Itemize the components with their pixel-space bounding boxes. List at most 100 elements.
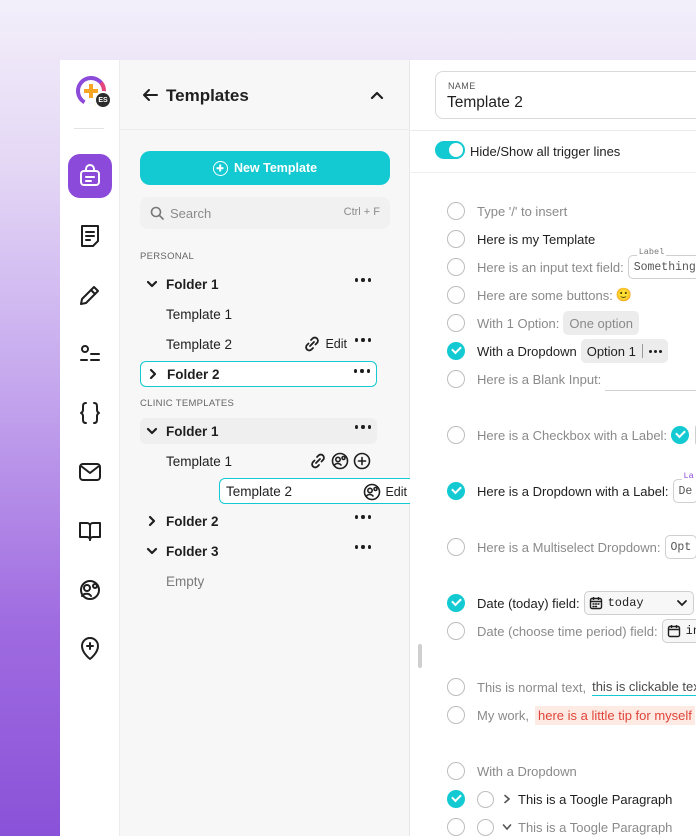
trigger-checkbox[interactable] xyxy=(447,818,465,836)
template-row[interactable]: Template 2 Edit xyxy=(219,478,438,504)
more-icon[interactable] xyxy=(355,545,371,549)
trigger-checkbox[interactable] xyxy=(447,706,465,724)
option-button[interactable]: One option xyxy=(563,311,639,335)
template-row[interactable]: Template 1 xyxy=(140,301,377,327)
paragraph-checkbox[interactable] xyxy=(477,790,494,808)
editor-line[interactable]: Here is a Multiselect Dropdown: Opt xyxy=(447,535,696,559)
more-icon[interactable] xyxy=(355,338,371,342)
editor-line[interactable]: This is a Toogle Paragraph xyxy=(447,787,696,811)
rail-edit-button[interactable] xyxy=(68,273,112,317)
editor-line[interactable]: This is a Toogle Paragraph xyxy=(447,815,696,836)
rail-add-button[interactable] xyxy=(68,627,112,671)
editor-line[interactable]: With a Dropdown Option 1 xyxy=(447,339,696,363)
chevron-down-icon[interactable] xyxy=(675,596,689,610)
trigger-checkbox[interactable] xyxy=(447,678,465,696)
user-settings-icon[interactable] xyxy=(363,483,381,501)
chevron-down-icon[interactable] xyxy=(502,822,512,832)
field-value: Something xyxy=(633,260,696,274)
rail-user-settings-button[interactable] xyxy=(68,568,112,612)
more-icon[interactable] xyxy=(354,369,370,373)
search-input[interactable] xyxy=(170,203,330,223)
trigger-checkbox[interactable] xyxy=(447,482,465,500)
editor-line[interactable]: Here are some buttons: 🙂 xyxy=(447,283,696,307)
new-template-button[interactable]: New Template xyxy=(140,151,390,185)
add-circle-icon[interactable] xyxy=(353,452,371,470)
rail-templates-button[interactable] xyxy=(68,154,112,198)
dropdown-pill[interactable]: Option 1 xyxy=(580,339,668,363)
tip-text[interactable]: here is a little tip for myself xyxy=(535,705,695,725)
chevron-right-icon[interactable] xyxy=(146,515,158,527)
date-field[interactable]: today xyxy=(583,591,694,615)
book-icon xyxy=(79,522,101,541)
trigger-checkbox[interactable] xyxy=(447,258,465,276)
trigger-checkbox[interactable] xyxy=(447,594,465,612)
folder-row[interactable]: Folder 1 xyxy=(140,271,377,297)
template-row[interactable]: Template 1 xyxy=(140,448,377,474)
trigger-lines-toggle[interactable] xyxy=(435,141,465,159)
chevron-right-icon[interactable] xyxy=(502,794,512,804)
more-icon[interactable] xyxy=(355,515,371,519)
chevron-down-icon[interactable] xyxy=(146,278,158,290)
trigger-checkbox[interactable] xyxy=(447,342,465,360)
folder-row[interactable]: Folder 3 xyxy=(140,538,377,564)
chevron-up-icon[interactable] xyxy=(370,90,384,100)
line-text: Date (today) field: xyxy=(477,595,580,611)
trigger-checkbox[interactable] xyxy=(447,314,465,332)
more-icon[interactable] xyxy=(355,425,371,429)
more-icon[interactable] xyxy=(355,278,371,282)
editor-line[interactable]: Type '/' to insert xyxy=(447,199,696,223)
folder-row[interactable]: Folder 2 xyxy=(140,508,377,534)
edit-button[interactable]: Edit xyxy=(385,485,407,499)
editor-line[interactable]: Here is an input text field: Label Somet… xyxy=(447,247,696,279)
editor-line[interactable]: My work, here is a little tip for myself xyxy=(447,703,696,727)
trigger-checkbox[interactable] xyxy=(447,286,465,304)
chevron-down-icon[interactable] xyxy=(146,545,158,557)
user-settings-icon[interactable] xyxy=(331,452,349,470)
date-period-field[interactable]: in xyxy=(661,619,696,643)
folder-row[interactable]: Folder 2 xyxy=(140,361,377,387)
trigger-checkbox[interactable] xyxy=(447,622,465,640)
labeled-dropdown[interactable]: La De xyxy=(672,471,696,503)
trigger-checkbox[interactable] xyxy=(447,230,465,248)
empty-label: Empty xyxy=(166,573,205,589)
avatar[interactable]: ES xyxy=(94,91,112,109)
back-arrow-icon[interactable] xyxy=(142,88,158,102)
trigger-checkbox[interactable] xyxy=(447,790,465,808)
editor-line[interactable]: Here is a Blank Input: xyxy=(447,367,696,391)
trigger-checkbox[interactable] xyxy=(447,426,465,444)
name-field[interactable]: NAME Template 2 xyxy=(435,71,696,119)
folder-label: Folder 2 xyxy=(166,513,219,529)
editor-line[interactable]: Here is a Dropdown with a Label: La De xyxy=(447,471,696,503)
trigger-checkbox[interactable] xyxy=(447,538,465,556)
smile-emoji[interactable]: 🙂 xyxy=(616,287,632,303)
editor-line[interactable]: With a Dropdown xyxy=(447,759,696,783)
paragraph-checkbox[interactable] xyxy=(477,818,494,836)
editor-line[interactable]: This is normal text, this is clickable t… xyxy=(447,675,696,699)
blank-input[interactable] xyxy=(605,367,696,391)
text-input-field[interactable]: Label Something xyxy=(627,247,696,279)
editor-line[interactable]: Date (choose time period) field: in xyxy=(447,619,696,643)
rail-variables-button[interactable] xyxy=(68,391,112,435)
edit-button[interactable]: Edit xyxy=(325,337,347,351)
editor-line[interactable]: Here is a Checkbox with a Label: xyxy=(447,423,696,447)
label-checkbox[interactable] xyxy=(671,426,690,444)
rail-notes-button[interactable] xyxy=(68,214,112,258)
rail-library-button[interactable] xyxy=(68,509,112,553)
multiselect-dropdown[interactable]: Opt xyxy=(664,535,696,559)
folder-row[interactable]: Folder 1 xyxy=(140,418,377,444)
rail-mail-button[interactable] xyxy=(68,450,112,494)
resize-handle[interactable] xyxy=(418,644,422,668)
chevron-right-icon[interactable] xyxy=(147,368,159,380)
template-row[interactable]: Template 2 Edit xyxy=(140,331,377,357)
trigger-checkbox[interactable] xyxy=(447,202,465,220)
trigger-checkbox[interactable] xyxy=(447,370,465,388)
clickable-text[interactable]: this is clickable text xyxy=(592,679,696,696)
link-icon[interactable] xyxy=(309,452,327,470)
rail-list-button[interactable] xyxy=(68,332,112,376)
more-icon[interactable] xyxy=(648,349,662,353)
editor-line[interactable]: With 1 Option: One option xyxy=(447,311,696,335)
chevron-down-icon[interactable] xyxy=(146,425,158,437)
trigger-checkbox[interactable] xyxy=(447,762,465,780)
editor-line[interactable]: Date (today) field: today xyxy=(447,591,696,615)
link-icon[interactable] xyxy=(303,335,321,353)
